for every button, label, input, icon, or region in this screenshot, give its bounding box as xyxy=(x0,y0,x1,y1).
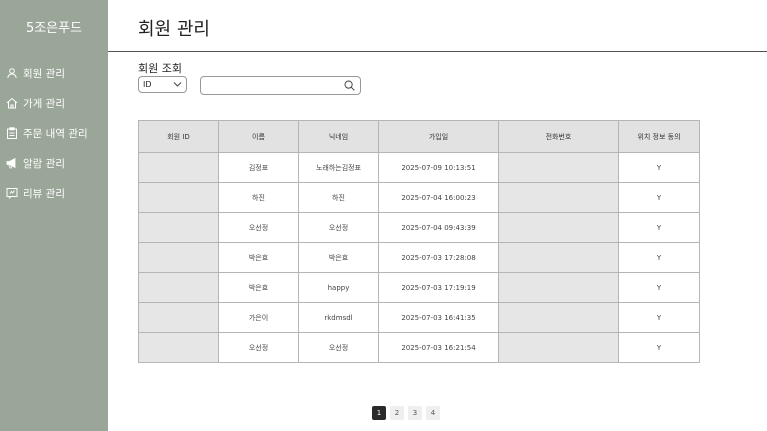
search-box xyxy=(200,76,361,97)
cell-location-consent: Y xyxy=(618,182,700,213)
cell-member-id xyxy=(138,152,219,183)
search-filter-select[interactable]: ID xyxy=(138,76,187,93)
sidebar-item-orders[interactable]: 주문 내역 관리 xyxy=(0,118,108,148)
cell-member-id xyxy=(138,332,219,363)
cell-location-consent: Y xyxy=(618,272,700,303)
table-header-row: 회원 ID 이름 닉네임 가입일 전화번호 위치 정보 동의 xyxy=(138,120,700,153)
sidebar-item-members[interactable]: 회원 관리 xyxy=(0,58,108,88)
cell-location-consent: Y xyxy=(618,152,700,183)
cell-nickname: 오선정 xyxy=(298,332,379,363)
search-icon[interactable] xyxy=(344,80,355,91)
sidebar-item-alarms[interactable]: 알람 관리 xyxy=(0,148,108,178)
cell-phone xyxy=(498,182,619,213)
cell-name: 김정표 xyxy=(218,152,299,183)
cell-name: 박은효 xyxy=(218,242,299,273)
sidebar-item-label: 리뷰 관리 xyxy=(23,187,65,200)
cell-member-id xyxy=(138,242,219,273)
cell-location-consent: Y xyxy=(618,212,700,243)
sidebar-item-label: 가게 관리 xyxy=(23,97,65,110)
page-button-1[interactable]: 1 xyxy=(372,406,386,420)
cell-name: 가은이 xyxy=(218,302,299,333)
cell-phone xyxy=(498,212,619,243)
cell-nickname: 오선정 xyxy=(298,212,379,243)
sidebar-item-reviews[interactable]: 리뷰 관리 xyxy=(0,178,108,208)
cell-joined: 2025-07-03 17:28:08 xyxy=(378,242,499,273)
cell-location-consent: Y xyxy=(618,332,700,363)
cell-name: 박은효 xyxy=(218,272,299,303)
chevron-down-icon xyxy=(173,82,182,87)
cell-member-id xyxy=(138,272,219,303)
cell-phone xyxy=(498,152,619,183)
column-header-name: 이름 xyxy=(218,120,299,153)
cell-phone xyxy=(498,272,619,303)
cell-location-consent: Y xyxy=(618,242,700,273)
cell-member-id xyxy=(138,302,219,333)
home-icon xyxy=(6,97,18,109)
main-content: 회원 관리 회원 조회 ID 회원 ID 이름 닉네임 가입일 전화번호 위치 … xyxy=(108,0,767,431)
column-header-member-id: 회원 ID xyxy=(138,120,219,153)
cell-phone xyxy=(498,332,619,363)
table-row[interactable]: 하진 하진 2025-07-04 16:00:23 Y xyxy=(138,182,700,213)
clipboard-icon xyxy=(7,127,17,139)
table-row[interactable]: 김정표 노래하는김정표 2025-07-09 10:13:51 Y xyxy=(138,152,700,183)
megaphone-icon xyxy=(6,157,16,169)
cell-joined: 2025-07-03 16:21:54 xyxy=(378,332,499,363)
page-button-3[interactable]: 3 xyxy=(408,406,422,420)
cell-name: 오선정 xyxy=(218,332,299,363)
search-filter-value: ID xyxy=(143,80,152,89)
cell-phone xyxy=(498,242,619,273)
column-header-nickname: 닉네임 xyxy=(298,120,379,153)
cell-phone xyxy=(498,302,619,333)
brand-logo-text[interactable]: 5조은푸드 xyxy=(0,17,108,36)
members-table: 회원 ID 이름 닉네임 가입일 전화번호 위치 정보 동의 김정표 노래하는김… xyxy=(138,120,700,363)
table-row[interactable]: 오선정 오선정 2025-07-04 09:43:39 Y xyxy=(138,212,700,243)
review-icon xyxy=(6,188,18,199)
sidebar-item-label: 주문 내역 관리 xyxy=(23,127,88,140)
sidebar: 5조은푸드 회원 관리 가게 관리 주문 내역 관리 알람 관리 리뷰 관리 xyxy=(0,0,108,431)
table-row[interactable]: 오선정 오선정 2025-07-03 16:21:54 Y xyxy=(138,332,700,363)
cell-nickname: happy xyxy=(298,272,379,303)
cell-joined: 2025-07-03 17:19:19 xyxy=(378,272,499,303)
page-button-4[interactable]: 4 xyxy=(426,406,440,420)
sidebar-nav: 회원 관리 가게 관리 주문 내역 관리 알람 관리 리뷰 관리 xyxy=(0,58,108,208)
cell-joined: 2025-07-04 16:00:23 xyxy=(378,182,499,213)
sidebar-item-label: 알람 관리 xyxy=(23,157,65,170)
cell-name: 오선정 xyxy=(218,212,299,243)
cell-joined: 2025-07-09 10:13:51 xyxy=(378,152,499,183)
cell-nickname: 하진 xyxy=(298,182,379,213)
table-row[interactable]: 박은효 박은효 2025-07-03 17:28:08 Y xyxy=(138,242,700,273)
cell-nickname: 노래하는김정표 xyxy=(298,152,379,183)
page-button-2[interactable]: 2 xyxy=(390,406,404,420)
table-row[interactable]: 가은이 rkdmsdl 2025-07-03 16:41:35 Y xyxy=(138,302,700,333)
cell-name: 하진 xyxy=(218,182,299,213)
sidebar-item-stores[interactable]: 가게 관리 xyxy=(0,88,108,118)
title-divider xyxy=(108,51,767,52)
cell-joined: 2025-07-03 16:41:35 xyxy=(378,302,499,333)
sidebar-item-label: 회원 관리 xyxy=(23,67,65,80)
cell-member-id xyxy=(138,182,219,213)
page-title: 회원 관리 xyxy=(138,19,210,40)
user-icon xyxy=(7,68,17,79)
cell-nickname: 박은효 xyxy=(298,242,379,273)
pagination: 1 2 3 4 xyxy=(372,406,444,420)
search-section-label: 회원 조회 xyxy=(138,62,182,75)
cell-member-id xyxy=(138,212,219,243)
table-row[interactable]: 박은효 happy 2025-07-03 17:19:19 Y xyxy=(138,272,700,303)
cell-nickname: rkdmsdl xyxy=(298,302,379,333)
search-input[interactable] xyxy=(205,82,345,97)
cell-location-consent: Y xyxy=(618,302,700,333)
column-header-joined: 가입일 xyxy=(378,120,499,153)
column-header-phone: 전화번호 xyxy=(498,120,619,153)
cell-joined: 2025-07-04 09:43:39 xyxy=(378,212,499,243)
column-header-location-consent: 위치 정보 동의 xyxy=(618,120,700,153)
